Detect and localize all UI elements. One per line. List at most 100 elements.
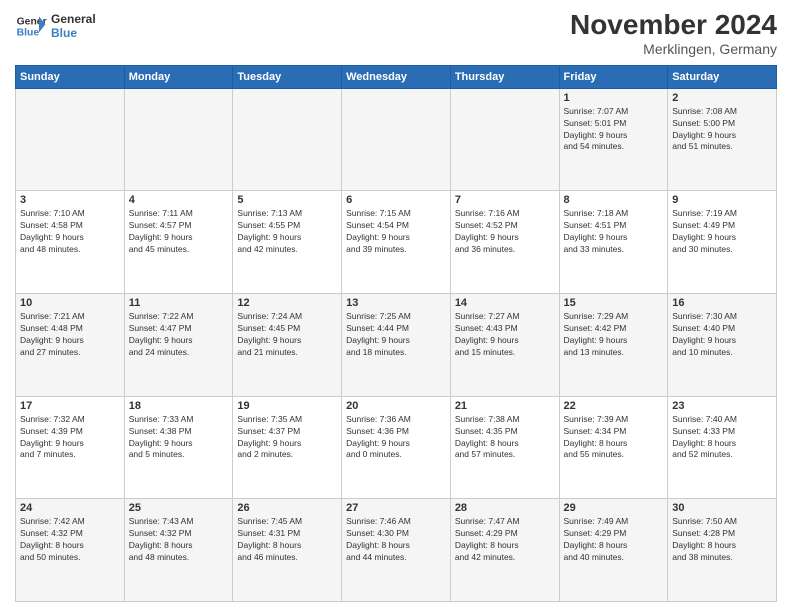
calendar-cell: 15Sunrise: 7:29 AM Sunset: 4:42 PM Dayli… (559, 294, 668, 397)
calendar-cell (450, 88, 559, 191)
day-number: 23 (672, 400, 772, 412)
day-number: 27 (346, 502, 446, 514)
day-info: Sunrise: 7:19 AM Sunset: 4:49 PM Dayligh… (672, 208, 772, 256)
calendar-cell (16, 88, 125, 191)
calendar-cell: 1Sunrise: 7:07 AM Sunset: 5:01 PM Daylig… (559, 88, 668, 191)
day-info: Sunrise: 7:46 AM Sunset: 4:30 PM Dayligh… (346, 516, 446, 564)
day-info: Sunrise: 7:32 AM Sunset: 4:39 PM Dayligh… (20, 414, 120, 462)
calendar-cell: 3Sunrise: 7:10 AM Sunset: 4:58 PM Daylig… (16, 191, 125, 294)
calendar-cell: 9 Sunrise: 7:19 AM Sunset: 4:49 PM Daylig… (668, 191, 777, 294)
page: General Blue General Blue November 2024 … (0, 0, 792, 612)
day-number: 24 (20, 502, 120, 514)
day-info: Sunrise: 7:29 AM Sunset: 4:42 PM Dayligh… (564, 311, 664, 359)
logo: General Blue General Blue (15, 10, 96, 42)
svg-text:Blue: Blue (17, 28, 40, 39)
day-info: Sunrise: 7:36 AM Sunset: 4:36 PM Dayligh… (346, 414, 446, 462)
day-number: 18 (129, 400, 229, 412)
calendar-cell: 20 Sunrise: 7:36 AM Sunset: 4:36 PM Dayli… (342, 396, 451, 499)
calendar-week-row: 3Sunrise: 7:10 AM Sunset: 4:58 PM Daylig… (16, 191, 777, 294)
calendar-cell: 26 Sunrise: 7:45 AM Sunset: 4:31 PM Dayli… (233, 499, 342, 602)
calendar-cell: 6 Sunrise: 7:15 AM Sunset: 4:54 PM Daylig… (342, 191, 451, 294)
day-number: 20 (346, 400, 446, 412)
calendar-cell: 14 Sunrise: 7:27 AM Sunset: 4:43 PM Dayli… (450, 294, 559, 397)
day-info: Sunrise: 7:39 AM Sunset: 4:34 PM Dayligh… (564, 414, 664, 462)
day-info: Sunrise: 7:08 AM Sunset: 5:00 PM Dayligh… (672, 106, 772, 154)
calendar-cell: 7 Sunrise: 7:16 AM Sunset: 4:52 PM Daylig… (450, 191, 559, 294)
day-number: 7 (455, 194, 555, 206)
day-number: 17 (20, 400, 120, 412)
day-info: Sunrise: 7:11 AM Sunset: 4:57 PM Dayligh… (129, 208, 229, 256)
calendar-cell: 30 Sunrise: 7:50 AM Sunset: 4:28 PM Dayli… (668, 499, 777, 602)
day-info: Sunrise: 7:40 AM Sunset: 4:33 PM Dayligh… (672, 414, 772, 462)
day-info: Sunrise: 7:22 AM Sunset: 4:47 PM Dayligh… (129, 311, 229, 359)
day-info: Sunrise: 7:27 AM Sunset: 4:43 PM Dayligh… (455, 311, 555, 359)
day-number: 6 (346, 194, 446, 206)
day-number: 9 (672, 194, 772, 206)
day-number: 19 (237, 400, 337, 412)
calendar-cell: 16 Sunrise: 7:30 AM Sunset: 4:40 PM Dayli… (668, 294, 777, 397)
calendar-cell: 4 Sunrise: 7:11 AM Sunset: 4:57 PM Daylig… (124, 191, 233, 294)
day-number: 29 (564, 502, 664, 514)
calendar-cell: 22Sunrise: 7:39 AM Sunset: 4:34 PM Dayli… (559, 396, 668, 499)
day-info: Sunrise: 7:49 AM Sunset: 4:29 PM Dayligh… (564, 516, 664, 564)
month-title: November 2024 (570, 10, 777, 41)
calendar-cell: 27 Sunrise: 7:46 AM Sunset: 4:30 PM Dayli… (342, 499, 451, 602)
day-info: Sunrise: 7:15 AM Sunset: 4:54 PM Dayligh… (346, 208, 446, 256)
day-number: 13 (346, 297, 446, 309)
calendar-cell: 19Sunrise: 7:35 AM Sunset: 4:37 PM Dayli… (233, 396, 342, 499)
day-number: 30 (672, 502, 772, 514)
day-info: Sunrise: 7:43 AM Sunset: 4:32 PM Dayligh… (129, 516, 229, 564)
calendar-cell: 24Sunrise: 7:42 AM Sunset: 4:32 PM Dayli… (16, 499, 125, 602)
location: Merklingen, Germany (570, 41, 777, 57)
day-info: Sunrise: 7:50 AM Sunset: 4:28 PM Dayligh… (672, 516, 772, 564)
day-number: 2 (672, 92, 772, 104)
day-number: 16 (672, 297, 772, 309)
title-block: November 2024 Merklingen, Germany (570, 10, 777, 57)
calendar-header-wednesday: Wednesday (342, 65, 451, 88)
calendar-cell: 2 Sunrise: 7:08 AM Sunset: 5:00 PM Daylig… (668, 88, 777, 191)
day-info: Sunrise: 7:47 AM Sunset: 4:29 PM Dayligh… (455, 516, 555, 564)
calendar-header-friday: Friday (559, 65, 668, 88)
calendar-week-row: 24Sunrise: 7:42 AM Sunset: 4:32 PM Dayli… (16, 499, 777, 602)
calendar-cell: 12 Sunrise: 7:24 AM Sunset: 4:45 PM Dayli… (233, 294, 342, 397)
logo-general: General (51, 12, 96, 26)
day-number: 11 (129, 297, 229, 309)
day-number: 8 (564, 194, 664, 206)
header: General Blue General Blue November 2024 … (15, 10, 777, 57)
calendar-header-monday: Monday (124, 65, 233, 88)
calendar-header-tuesday: Tuesday (233, 65, 342, 88)
day-info: Sunrise: 7:18 AM Sunset: 4:51 PM Dayligh… (564, 208, 664, 256)
calendar-cell: 10Sunrise: 7:21 AM Sunset: 4:48 PM Dayli… (16, 294, 125, 397)
calendar-cell: 25Sunrise: 7:43 AM Sunset: 4:32 PM Dayli… (124, 499, 233, 602)
calendar-cell: 8 Sunrise: 7:18 AM Sunset: 4:51 PM Daylig… (559, 191, 668, 294)
day-number: 4 (129, 194, 229, 206)
day-info: Sunrise: 7:45 AM Sunset: 4:31 PM Dayligh… (237, 516, 337, 564)
calendar-header-thursday: Thursday (450, 65, 559, 88)
calendar-cell: 11 Sunrise: 7:22 AM Sunset: 4:47 PM Dayli… (124, 294, 233, 397)
calendar-cell: 21Sunrise: 7:38 AM Sunset: 4:35 PM Dayli… (450, 396, 559, 499)
day-number: 21 (455, 400, 555, 412)
day-info: Sunrise: 7:30 AM Sunset: 4:40 PM Dayligh… (672, 311, 772, 359)
day-number: 26 (237, 502, 337, 514)
calendar-cell (233, 88, 342, 191)
day-number: 3 (20, 194, 120, 206)
logo-blue: Blue (51, 26, 96, 40)
calendar-header-saturday: Saturday (668, 65, 777, 88)
logo-icon: General Blue (15, 10, 47, 42)
calendar-week-row: 10Sunrise: 7:21 AM Sunset: 4:48 PM Dayli… (16, 294, 777, 397)
calendar-cell: 28 Sunrise: 7:47 AM Sunset: 4:29 PM Dayli… (450, 499, 559, 602)
day-info: Sunrise: 7:07 AM Sunset: 5:01 PM Dayligh… (564, 106, 664, 154)
day-number: 14 (455, 297, 555, 309)
calendar-cell: 17 Sunrise: 7:32 AM Sunset: 4:39 PM Dayli… (16, 396, 125, 499)
day-info: Sunrise: 7:25 AM Sunset: 4:44 PM Dayligh… (346, 311, 446, 359)
day-number: 12 (237, 297, 337, 309)
calendar-cell: 18Sunrise: 7:33 AM Sunset: 4:38 PM Dayli… (124, 396, 233, 499)
calendar-week-row: 1Sunrise: 7:07 AM Sunset: 5:01 PM Daylig… (16, 88, 777, 191)
calendar-cell: 23 Sunrise: 7:40 AM Sunset: 4:33 PM Dayli… (668, 396, 777, 499)
day-info: Sunrise: 7:16 AM Sunset: 4:52 PM Dayligh… (455, 208, 555, 256)
day-number: 28 (455, 502, 555, 514)
calendar-cell (342, 88, 451, 191)
day-number: 5 (237, 194, 337, 206)
day-info: Sunrise: 7:24 AM Sunset: 4:45 PM Dayligh… (237, 311, 337, 359)
day-info: Sunrise: 7:21 AM Sunset: 4:48 PM Dayligh… (20, 311, 120, 359)
